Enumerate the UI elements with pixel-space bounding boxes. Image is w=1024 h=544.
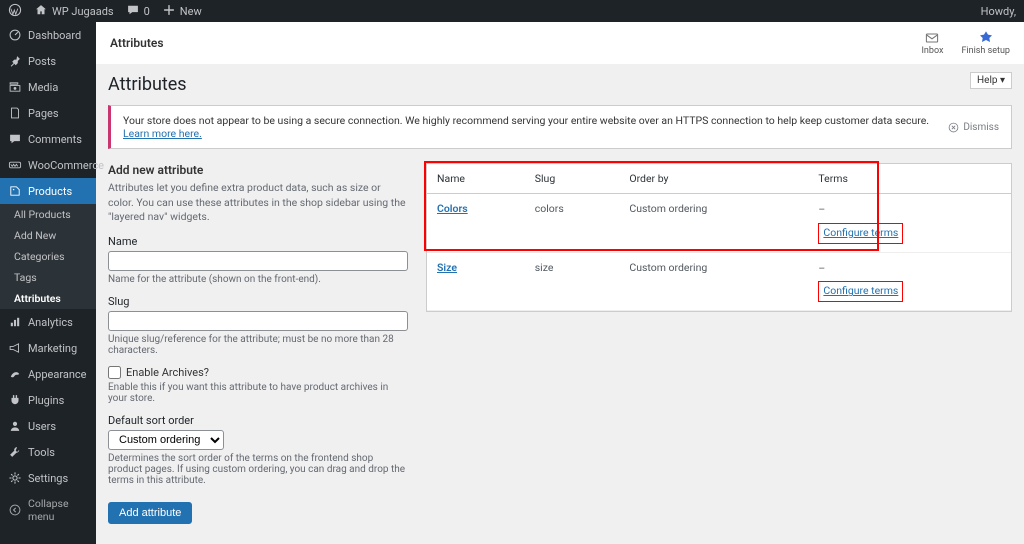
archives-label: Enable Archives?	[126, 366, 209, 379]
name-label: Name	[108, 235, 408, 248]
sub-tags[interactable]: Tags	[0, 267, 96, 288]
form-intro: Attributes let you define extra product …	[108, 181, 408, 225]
users-icon	[8, 419, 22, 433]
sort-select[interactable]: Custom ordering	[108, 430, 224, 450]
table-row: Size size Custom ordering – Configure ter…	[427, 252, 1011, 311]
admin-sidebar: Dashboard Posts Media Pages Comments Woo…	[0, 22, 96, 544]
menu-dashboard[interactable]: Dashboard	[0, 22, 96, 48]
comment-count: 0	[144, 5, 150, 18]
sort-label: Default sort order	[108, 414, 408, 427]
name-input[interactable]	[108, 251, 408, 271]
attr-slug: size	[525, 252, 620, 311]
configure-terms-link[interactable]: Configure terms	[823, 226, 898, 239]
inbox-button[interactable]: Inbox	[921, 30, 943, 56]
sort-help: Determines the sort order of the terms o…	[108, 453, 408, 486]
table-row: Colors colors Custom ordering – Configure…	[427, 194, 1011, 253]
comments-link[interactable]: 0	[126, 3, 150, 20]
howdy-text: Howdy,	[981, 5, 1016, 18]
menu-comments[interactable]: Comments	[0, 126, 96, 152]
howdy-link[interactable]: Howdy,	[981, 5, 1016, 18]
dismiss-button[interactable]: Dismiss	[948, 122, 999, 133]
comment-icon	[8, 132, 22, 146]
header-title: Attributes	[110, 36, 164, 50]
https-notice: Your store does not appear to be using a…	[108, 105, 1012, 149]
menu-marketing[interactable]: Marketing	[0, 335, 96, 361]
pin-icon	[8, 54, 22, 68]
add-attribute-button[interactable]: Add attribute	[108, 502, 192, 524]
page-title: Attributes	[108, 74, 1012, 95]
new-label: New	[180, 5, 202, 18]
menu-analytics[interactable]: Analytics	[0, 309, 96, 335]
menu-media[interactable]: Media	[0, 74, 96, 100]
appearance-icon	[8, 367, 22, 381]
slug-help: Unique slug/reference for the attribute;…	[108, 334, 408, 356]
attr-slug: colors	[525, 194, 620, 253]
archives-help: Enable this if you want this attribute t…	[108, 382, 408, 404]
form-heading: Add new attribute	[108, 163, 408, 177]
site-link[interactable]: WP Jugaads	[34, 3, 114, 20]
sub-categories[interactable]: Categories	[0, 246, 96, 267]
slug-input[interactable]	[108, 311, 408, 331]
analytics-icon	[8, 315, 22, 329]
sub-attributes[interactable]: Attributes	[0, 288, 96, 309]
name-help: Name for the attribute (shown on the fro…	[108, 274, 408, 285]
attr-name-link[interactable]: Colors	[437, 202, 468, 215]
header-bar: Attributes Inbox Finish setup	[96, 22, 1024, 64]
collapse-icon	[8, 503, 22, 517]
dashboard-icon	[8, 28, 22, 42]
th-terms[interactable]: Terms	[808, 164, 1011, 194]
admin-topbar: WP Jugaads 0 New Howdy,	[0, 0, 1024, 22]
notice-text: Your store does not appear to be using a…	[123, 114, 948, 140]
menu-tools[interactable]: Tools	[0, 439, 96, 465]
learn-more-link[interactable]: Learn more here.	[123, 127, 202, 140]
sub-add-new[interactable]: Add New	[0, 225, 96, 246]
marketing-icon	[8, 341, 22, 355]
sub-all-products[interactable]: All Products	[0, 204, 96, 225]
page-icon	[8, 106, 22, 120]
wp-logo[interactable]	[8, 3, 22, 20]
help-tab[interactable]: Help ▾	[970, 72, 1012, 89]
attr-name-link[interactable]: Size	[437, 261, 457, 274]
site-name: WP Jugaads	[52, 5, 114, 18]
menu-plugins[interactable]: Plugins	[0, 387, 96, 413]
products-submenu: All Products Add New Categories Tags Att…	[0, 204, 96, 309]
woocommerce-icon	[8, 158, 22, 172]
products-icon	[8, 184, 22, 198]
attr-terms: –	[818, 203, 825, 216]
tools-icon	[8, 445, 22, 459]
collapse-menu[interactable]: Collapse menu	[0, 491, 96, 529]
th-order-by[interactable]: Order by	[619, 164, 808, 194]
attributes-table-wrap: Name Slug Order by Terms Colors colors C…	[426, 163, 1012, 312]
media-icon	[8, 80, 22, 94]
attr-order: Custom ordering	[619, 194, 808, 253]
th-name[interactable]: Name	[427, 164, 525, 194]
menu-products[interactable]: Products	[0, 178, 96, 204]
content-area: Attributes Inbox Finish setup Help ▾ Att…	[96, 22, 1024, 544]
attr-order: Custom ordering	[619, 252, 808, 311]
settings-icon	[8, 471, 22, 485]
configure-terms-link[interactable]: Configure terms	[823, 284, 898, 297]
menu-appearance[interactable]: Appearance	[0, 361, 96, 387]
menu-users[interactable]: Users	[0, 413, 96, 439]
plugins-icon	[8, 393, 22, 407]
menu-posts[interactable]: Posts	[0, 48, 96, 74]
slug-label: Slug	[108, 295, 408, 308]
th-slug[interactable]: Slug	[525, 164, 620, 194]
menu-woocommerce[interactable]: WooCommerce	[0, 152, 96, 178]
new-link[interactable]: New	[162, 3, 202, 20]
finish-setup-button[interactable]: Finish setup	[961, 30, 1010, 56]
add-attribute-form: Add new attribute Attributes let you def…	[108, 163, 408, 524]
attr-terms: –	[818, 262, 825, 275]
menu-pages[interactable]: Pages	[0, 100, 96, 126]
archives-checkbox[interactable]	[108, 366, 121, 379]
attributes-table: Name Slug Order by Terms Colors colors C…	[427, 164, 1011, 311]
menu-settings[interactable]: Settings	[0, 465, 96, 491]
